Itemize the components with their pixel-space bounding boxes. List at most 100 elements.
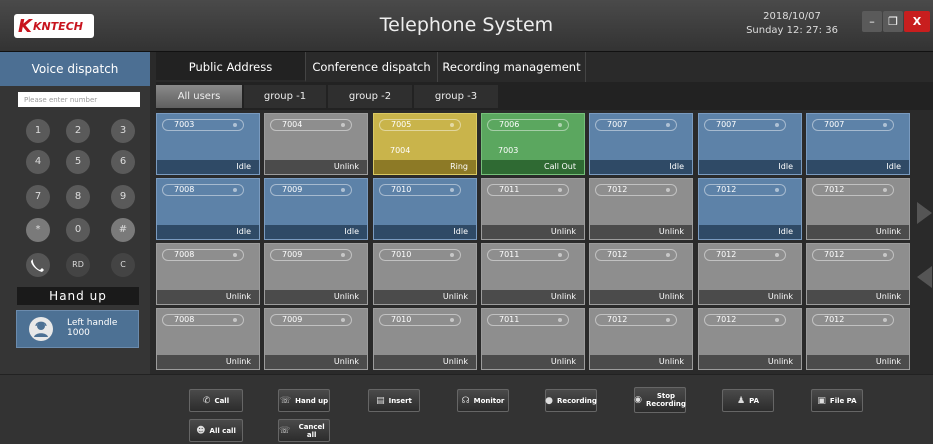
extension-status: Idle	[265, 225, 367, 239]
call-button[interactable]: ✆ Call	[189, 389, 243, 412]
key-5[interactable]: 5	[66, 150, 90, 174]
insert-icon: ▤	[376, 395, 385, 406]
key-redial[interactable]: RD	[66, 253, 90, 277]
extension-status: Unlink	[157, 290, 259, 304]
extension-cell[interactable]: 7010 Idle	[373, 178, 477, 240]
tab-group-3[interactable]: group -3	[414, 85, 498, 108]
tab-all-users[interactable]: All users	[156, 85, 242, 108]
extension-cell[interactable]: 7011 Unlink	[481, 308, 585, 370]
tab-public-address[interactable]: Public Address	[156, 52, 306, 82]
tab-recording-management[interactable]: Recording management	[438, 52, 586, 82]
file-pa-button[interactable]: ▣ File PA	[811, 389, 863, 412]
extension-status: Unlink	[699, 290, 801, 304]
extension-number: 7006	[487, 119, 569, 131]
next-page-arrow-icon[interactable]	[917, 202, 932, 224]
extension-cell[interactable]: 7012 Unlink	[589, 243, 693, 305]
extension-cell[interactable]: 7007 Idle	[589, 113, 693, 175]
extension-cell[interactable]: 7008 Unlink	[156, 243, 260, 305]
extension-status: Unlink	[374, 290, 476, 304]
key-clear[interactable]: C	[111, 253, 135, 277]
extension-status: Unlink	[265, 160, 367, 174]
extension-cell[interactable]: 7008 Idle	[156, 178, 260, 240]
extension-cell[interactable]: 7003 Idle	[156, 113, 260, 175]
datetime-display: 2018/10/07 Sunday 12: 27: 36	[722, 10, 862, 38]
extension-cell[interactable]: 7007 Idle	[806, 113, 910, 175]
extension-number: 7012	[595, 184, 677, 196]
extension-cell[interactable]: 7004 Unlink	[264, 113, 368, 175]
key-1[interactable]: 1	[26, 119, 50, 143]
extension-number: 7012	[704, 249, 786, 261]
extension-number: 7007	[595, 119, 677, 131]
extension-cell[interactable]: 7010 Unlink	[373, 308, 477, 370]
extension-cell[interactable]: 7012 Unlink	[806, 243, 910, 305]
extension-number: 7012	[812, 314, 894, 326]
minimize-button[interactable]: –	[862, 11, 882, 32]
extension-number: 7003	[162, 119, 244, 131]
extension-grid: 7003 Idle 7004 Unlink 7005 7004 Ring 7006 7003 Ca…	[156, 113, 912, 375]
extension-cell[interactable]: 7009 Unlink	[264, 308, 368, 370]
extension-cell[interactable]: 7006 7003 Call Out	[481, 113, 585, 175]
tab-conference-dispatch[interactable]: Conference dispatch	[306, 52, 438, 82]
tab-voice-dispatch[interactable]: Voice dispatch	[0, 52, 150, 86]
extension-cell[interactable]: 7007 Idle	[698, 113, 802, 175]
extension-cell[interactable]: 7008 Unlink	[156, 308, 260, 370]
key-6[interactable]: 6	[111, 150, 135, 174]
key-4[interactable]: 4	[26, 150, 50, 174]
all-call-button[interactable]: ☻ All call	[189, 419, 243, 442]
tab-group-2[interactable]: group -2	[328, 85, 412, 108]
extension-status: Unlink	[482, 355, 584, 369]
extension-cell[interactable]: 7011 Unlink	[481, 243, 585, 305]
date-text: 2018/10/07	[763, 11, 821, 22]
key-0[interactable]: 0	[66, 218, 90, 242]
close-button[interactable]: X	[904, 11, 930, 32]
extension-cell[interactable]: 7012 Unlink	[589, 178, 693, 240]
extension-status: Unlink	[590, 355, 692, 369]
extension-cell[interactable]: 7009 Unlink	[264, 243, 368, 305]
extension-cell[interactable]: 7012 Unlink	[698, 243, 802, 305]
extension-number: 7012	[595, 249, 677, 261]
key-8[interactable]: 8	[66, 185, 90, 209]
key-3[interactable]: 3	[111, 119, 135, 143]
pa-button[interactable]: ♟ PA	[722, 389, 774, 412]
key-9[interactable]: 9	[111, 185, 135, 209]
extension-number: 7005	[379, 119, 461, 131]
recording-button[interactable]: ● Recording	[545, 389, 597, 412]
extension-cell[interactable]: 7012 Unlink	[806, 178, 910, 240]
title-bar: K KNTECH Telephone System 2018/10/07 Sun…	[0, 0, 933, 52]
person-icon: ♟	[737, 395, 746, 406]
handle-label: Left handle	[67, 318, 118, 328]
extension-cell[interactable]: 7010 Unlink	[373, 243, 477, 305]
key-hash[interactable]: #	[111, 218, 135, 242]
insert-button[interactable]: ▤ Insert	[368, 389, 420, 412]
hand-up-button[interactable]: ☏ Hand up	[278, 389, 330, 412]
phone-icon	[31, 259, 44, 272]
key-7[interactable]: 7	[26, 185, 50, 209]
number-input[interactable]	[18, 92, 140, 107]
time-text: Sunday 12: 27: 36	[746, 25, 838, 36]
handle-number: 1000	[67, 328, 90, 338]
extension-cell[interactable]: 7012 Unlink	[589, 308, 693, 370]
cancel-all-button[interactable]: ☏ Cancel all	[278, 419, 330, 442]
extension-status: Unlink	[374, 355, 476, 369]
prev-page-arrow-icon[interactable]	[917, 266, 932, 288]
extension-number: 7009	[270, 314, 352, 326]
extension-number: 7010	[379, 249, 461, 261]
stop-recording-button[interactable]: ◉ Stop Recording	[634, 387, 686, 413]
extension-cell[interactable]: 7009 Idle	[264, 178, 368, 240]
voice-dispatch-panel: Voice dispatch 1 2 3 4 5 6 7 8 9 * 0 # R…	[0, 52, 150, 374]
extension-cell[interactable]: 7012 Unlink	[806, 308, 910, 370]
peer-number: 7003	[498, 146, 519, 155]
left-handle-card[interactable]: Left handle 1000	[16, 310, 139, 348]
dial-key[interactable]	[26, 253, 50, 277]
extension-cell[interactable]: 7005 7004 Ring	[373, 113, 477, 175]
extension-status: Unlink	[482, 225, 584, 239]
key-2[interactable]: 2	[66, 119, 90, 143]
extension-cell[interactable]: 7012 Idle	[698, 178, 802, 240]
key-star[interactable]: *	[26, 218, 50, 242]
extension-number: 7011	[487, 314, 569, 326]
extension-cell[interactable]: 7011 Unlink	[481, 178, 585, 240]
tab-group-1[interactable]: group -1	[244, 85, 326, 108]
extension-cell[interactable]: 7012 Unlink	[698, 308, 802, 370]
restore-button[interactable]: ❐	[883, 11, 903, 32]
monitor-button[interactable]: ☊ Monitor	[457, 389, 509, 412]
